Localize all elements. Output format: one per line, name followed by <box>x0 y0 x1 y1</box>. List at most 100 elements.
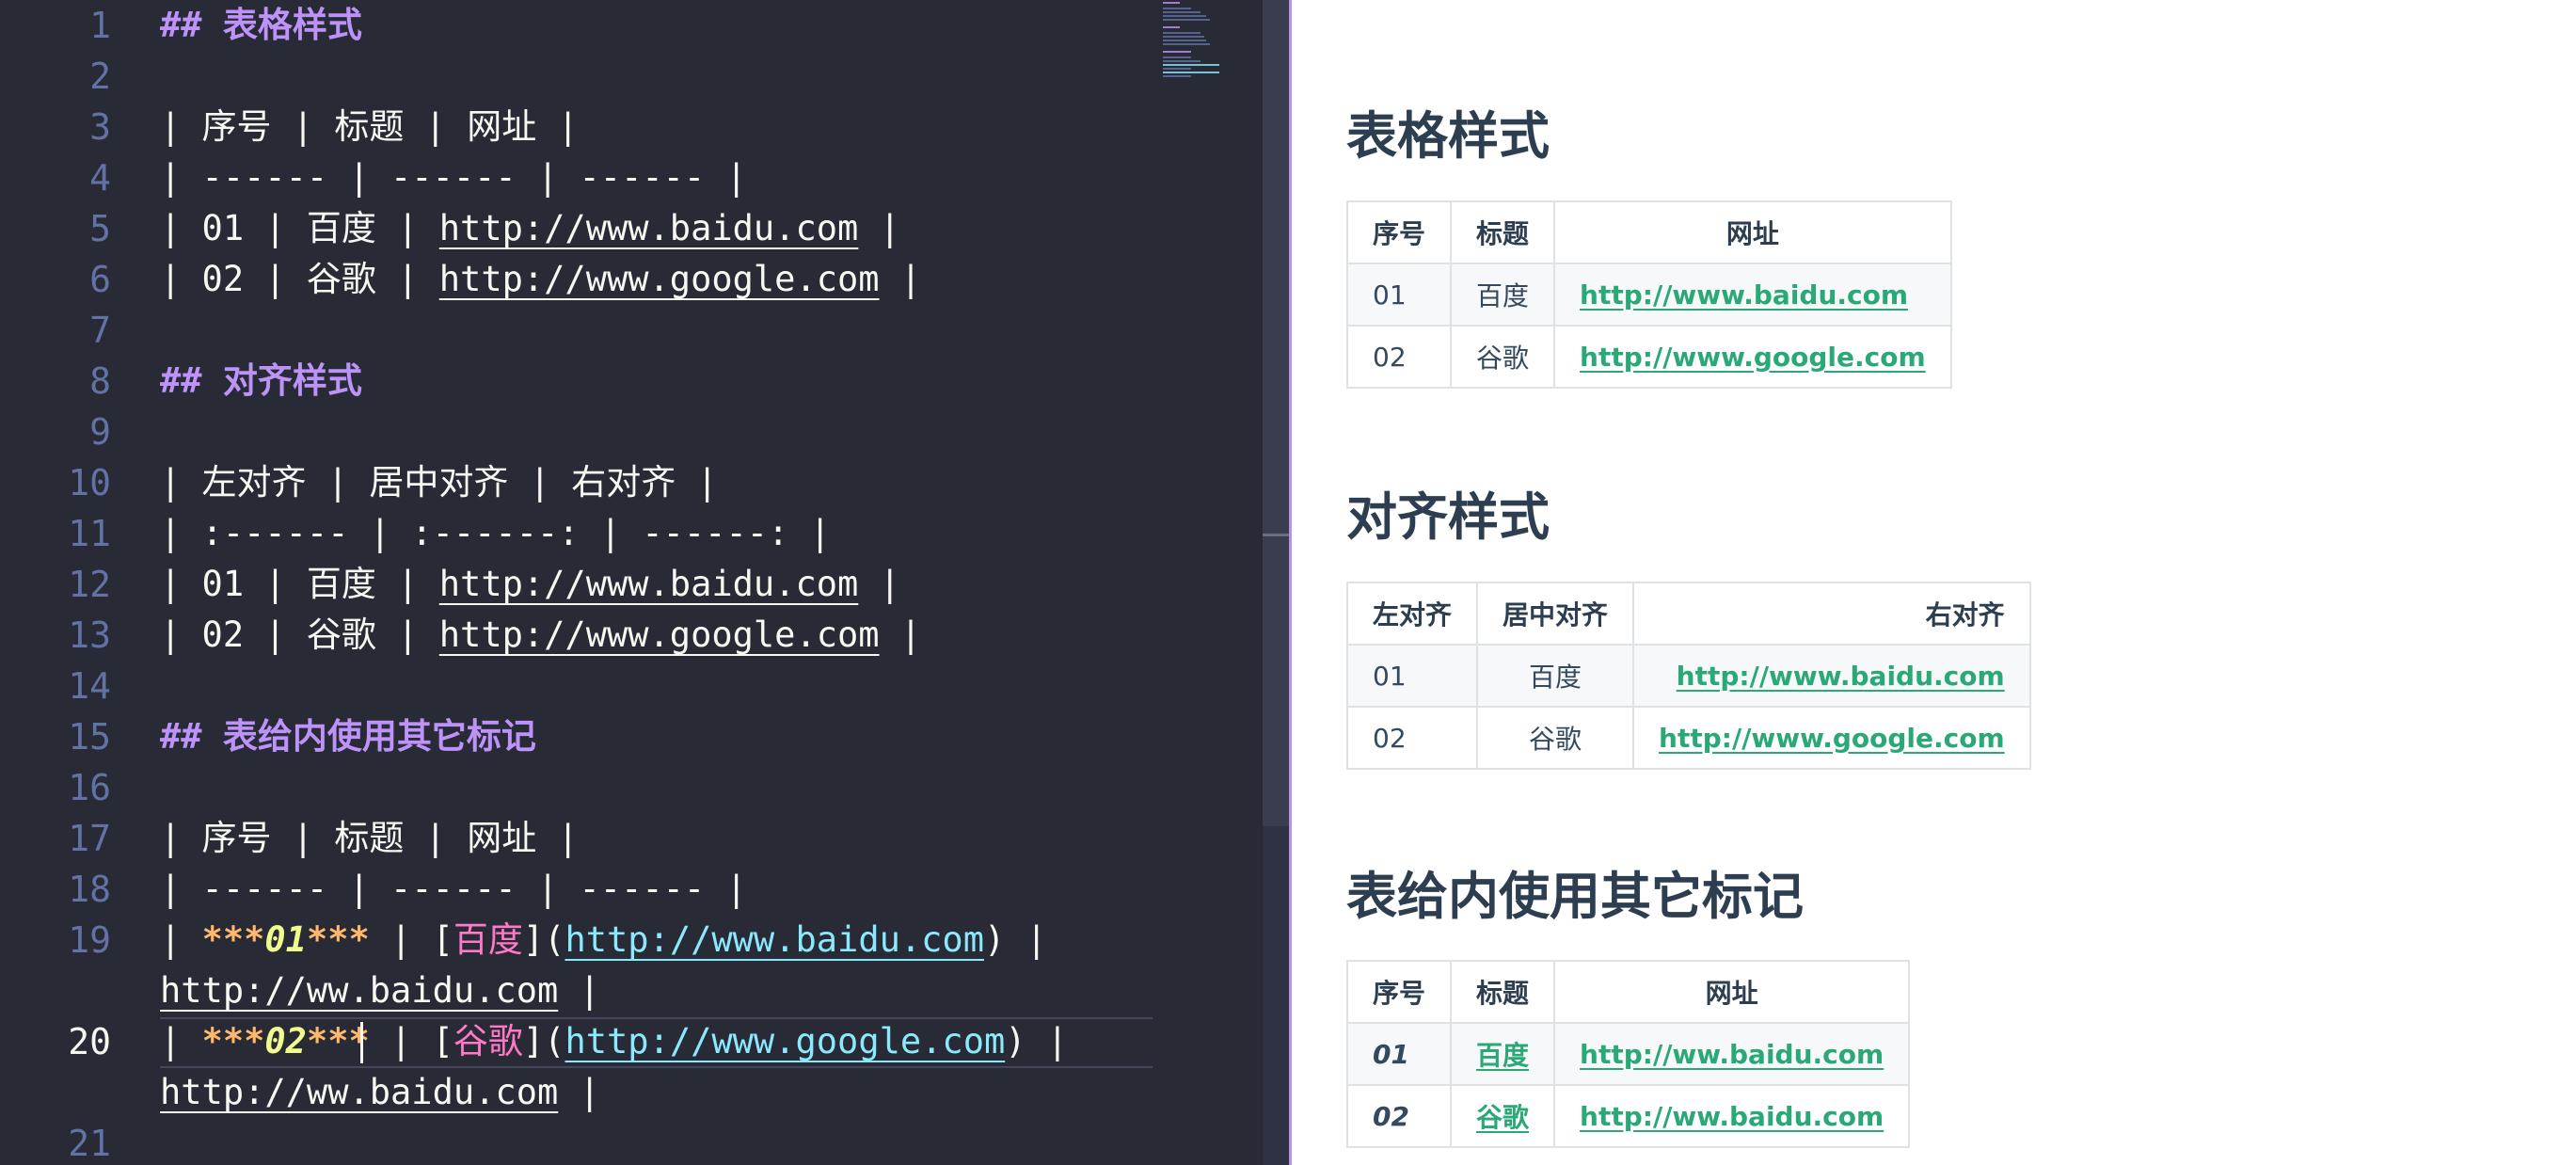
table-link[interactable]: http://www.baidu.com <box>1677 661 2005 692</box>
line-number: 15 <box>68 716 111 758</box>
code-line[interactable]: | 02 | 谷歌 | http://www.google.com | <box>160 610 921 661</box>
markdown-preview: 表格样式 序号 标题 网址 01 百度 http://www.baidu.com… <box>1292 0 2576 1165</box>
table-link[interactable]: http://www.baidu.com <box>1580 279 1908 311</box>
table-link[interactable]: http://www.google.com <box>1580 342 1926 373</box>
code-line[interactable]: | 左对齐 | 居中对齐 | 右对齐 | <box>160 457 718 508</box>
line-number: 7 <box>89 310 111 351</box>
minimap-line <box>1163 19 1210 21</box>
minimap-line <box>1163 68 1191 70</box>
code-line-heading[interactable]: ## 表给内使用其它标记 <box>160 711 536 762</box>
line-number: 21 <box>68 1123 111 1164</box>
table-row: 01 百度 http://www.baidu.com <box>1345 644 2031 708</box>
section-heading: 对齐样式 <box>1346 487 1550 547</box>
link-text: 谷歌 <box>453 1021 523 1061</box>
code-line-active[interactable]: | ***02*** | [谷歌](http://www.google.com)… <box>160 1016 1068 1067</box>
table-cell: 01 <box>1345 644 1479 708</box>
code-text: | <box>858 208 900 248</box>
table-header-row: 序号 标题 网址 <box>1345 960 1911 1024</box>
table-inline-markup: 序号 标题 网址 01 百度 http://ww.baidu.com 02 谷歌… <box>1345 960 1911 1148</box>
line-number: 18 <box>68 869 111 910</box>
code-text: | [ <box>369 919 453 960</box>
code-line[interactable]: | ------ | ------ | ------ | <box>160 152 747 203</box>
code-text: | 01 | 百度 | <box>160 208 439 248</box>
table-basic: 序号 标题 网址 01 百度 http://www.baidu.com 02 谷… <box>1345 200 1952 389</box>
code-url: http://ww.baidu.com <box>160 970 559 1011</box>
code-line[interactable]: | 01 | 百度 | http://www.baidu.com | <box>160 559 900 610</box>
code-line[interactable]: | 01 | 百度 | http://www.baidu.com | <box>160 203 900 254</box>
table-link[interactable]: http://www.google.com <box>1659 723 2005 754</box>
section-heading: 表给内使用其它标记 <box>1346 867 1804 926</box>
table-header-cell: 网址 <box>1553 960 1911 1024</box>
code-text: | <box>558 970 600 1011</box>
code-line-wrapped[interactable]: http://ww.baidu.com | <box>160 966 600 1016</box>
code-line-heading[interactable]: ## 对齐样式 <box>160 356 362 407</box>
code-url: http://www.google.com <box>438 614 880 655</box>
table-row: 01 百度 http://www.baidu.com <box>1345 263 1952 327</box>
scrollbar-marker <box>1263 534 1289 536</box>
emphasis-marker: *** <box>201 1021 265 1061</box>
minimap-line <box>1163 36 1204 38</box>
emphasis-text: 02 <box>264 1021 307 1061</box>
line-number: 17 <box>68 818 111 859</box>
line-number: 12 <box>68 564 111 605</box>
code-url: http://www.baidu.com <box>438 564 859 604</box>
table-header-row: 序号 标题 网址 <box>1345 200 1952 264</box>
line-number: 16 <box>68 767 111 808</box>
table-cell: 01 <box>1345 263 1453 327</box>
code-line[interactable]: | :------ | :------: | ------: | <box>160 508 831 559</box>
line-number: 8 <box>89 360 111 402</box>
minimap-line <box>1163 60 1201 62</box>
minimap-line <box>1163 40 1206 41</box>
code-line[interactable]: | ------ | ------ | ------ | <box>160 864 747 915</box>
link-text: 百度 <box>453 919 523 960</box>
table-cell: 02 <box>1345 706 1479 770</box>
minimap-line <box>1163 51 1191 53</box>
table-row: 02 谷歌 http://www.google.com <box>1345 325 1952 389</box>
line-number: 6 <box>89 259 111 300</box>
minimap-line <box>1163 75 1191 77</box>
table-cell: http://ww.baidu.com <box>1553 1022 1911 1086</box>
line-number: 5 <box>89 208 111 249</box>
code-line[interactable]: | ***01*** | [百度](http://www.baidu.com) … <box>160 915 1047 966</box>
minimap-line <box>1163 2 1180 4</box>
code-line-wrapped[interactable]: http://ww.baidu.com | <box>160 1067 600 1118</box>
table-cell: 谷歌 <box>1476 706 1635 770</box>
table-header-cell: 左对齐 <box>1345 582 1479 646</box>
table-header-cell: 右对齐 <box>1632 582 2031 646</box>
table-link[interactable]: 谷歌 <box>1476 1102 1529 1133</box>
emphasis-text: 01 <box>264 919 307 960</box>
minimap[interactable] <box>1159 0 1263 85</box>
code-text: | <box>879 259 922 299</box>
minimap-line <box>1163 32 1201 34</box>
vertical-scrollbar-thumb[interactable] <box>1263 0 1289 826</box>
code-url: http://www.baidu.com <box>438 208 859 248</box>
line-number: 3 <box>89 106 111 148</box>
code-text: ]( <box>522 919 565 960</box>
minimap-line <box>1163 56 1191 58</box>
table-header-cell: 居中对齐 <box>1476 582 1635 646</box>
code-text: | 02 | 谷歌 | <box>160 259 439 299</box>
code-line-heading[interactable]: ## 表格样式 <box>160 0 362 51</box>
line-number: 2 <box>89 56 111 97</box>
line-number: 13 <box>68 614 111 656</box>
table-link[interactable]: http://ww.baidu.com <box>1580 1101 1884 1132</box>
table-row: 02 谷歌 http://ww.baidu.com <box>1345 1084 1911 1148</box>
line-number: 4 <box>89 157 111 199</box>
minimap-line <box>1163 26 1180 28</box>
code-url: http://ww.baidu.com <box>160 1072 559 1112</box>
markdown-editor[interactable]: 1 2 3 4 5 6 7 8 9 10 11 12 13 14 15 16 1… <box>0 0 1289 1165</box>
code-line[interactable]: | 序号 | 标题 | 网址 | <box>160 102 579 152</box>
code-url: http://www.baidu.com <box>564 919 984 960</box>
minimap-line <box>1163 8 1191 9</box>
table-link[interactable]: http://ww.baidu.com <box>1580 1039 1884 1070</box>
table-row: 02 谷歌 http://www.google.com <box>1345 706 2031 770</box>
table-cell: 谷歌 <box>1450 1084 1556 1148</box>
code-text: | 02 | 谷歌 | <box>160 614 439 655</box>
code-line[interactable]: | 序号 | 标题 | 网址 | <box>160 813 579 864</box>
table-row: 01 百度 http://ww.baidu.com <box>1345 1022 1911 1086</box>
code-area[interactable]: ## 表格样式 | 序号 | 标题 | 网址 | | ------ | ----… <box>160 0 1157 1165</box>
table-link[interactable]: 百度 <box>1476 1040 1529 1071</box>
code-text: | <box>879 614 922 655</box>
code-line[interactable]: | 02 | 谷歌 | http://www.google.com | <box>160 254 921 305</box>
code-url: http://www.google.com <box>438 259 880 299</box>
